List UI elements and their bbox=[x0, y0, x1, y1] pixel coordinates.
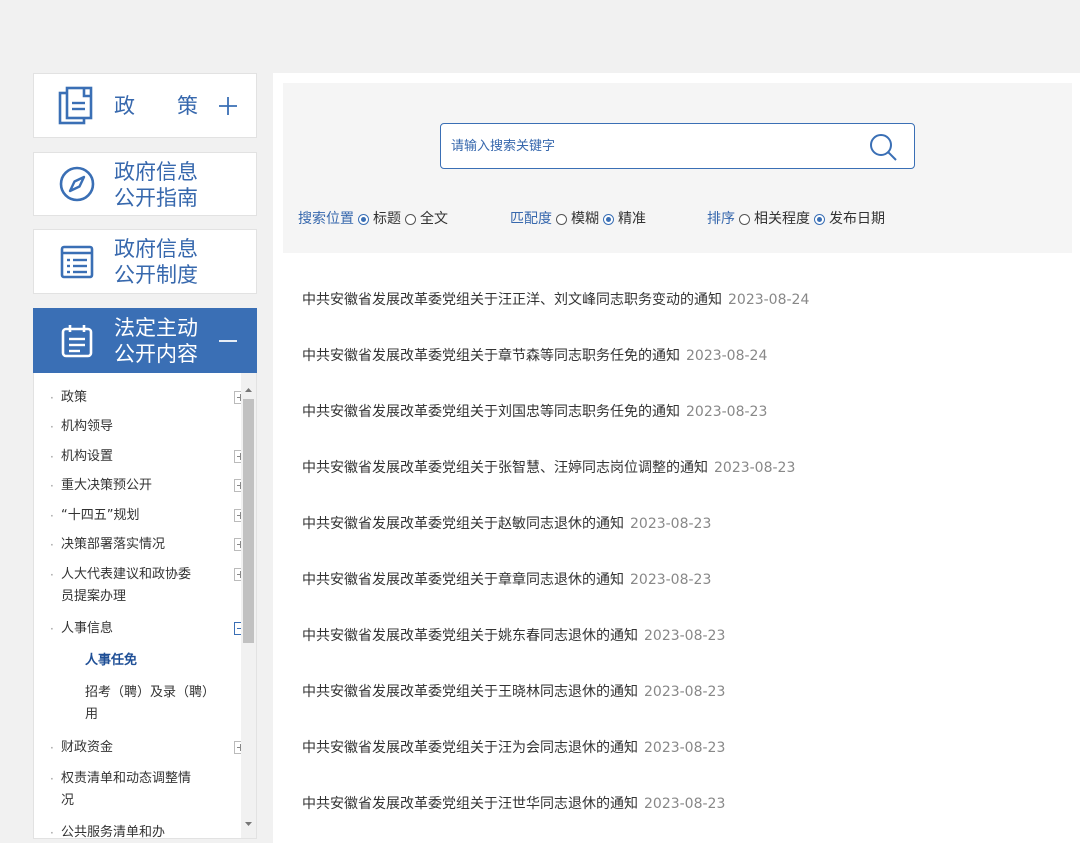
nav-guide-line1: 政府信息 bbox=[114, 160, 198, 184]
search-position-group: 搜索位置 标题 全文 bbox=[298, 209, 452, 229]
list-item[interactable]: 中共安徽省发展改革委党组关于张智慧、汪婷同志岗位调整的通知 2023-08-23 bbox=[302, 457, 1062, 479]
list-item[interactable]: 中共安徽省发展改革委党组关于赵敏同志退休的通知 2023-08-23 bbox=[302, 513, 1062, 535]
article-date: 2023-08-23 bbox=[644, 796, 726, 812]
search-icon[interactable] bbox=[868, 132, 898, 162]
tree-item-finance[interactable]: · 财政资金 bbox=[50, 737, 247, 759]
search-position-label: 搜索位置 bbox=[298, 211, 354, 227]
tree-scrollbar[interactable] bbox=[241, 373, 256, 838]
article-title[interactable]: 中共安徽省发展改革委党组关于汪正洋、刘文峰同志职务变动的通知 bbox=[302, 292, 722, 308]
radio-relevance[interactable]: 相关程度 bbox=[739, 209, 810, 229]
article-title[interactable]: 中共安徽省发展改革委党组关于汪为会同志退休的通知 bbox=[302, 740, 638, 756]
search-input[interactable] bbox=[451, 132, 851, 160]
list-item[interactable]: 中共安徽省发展改革委党组关于王晓林同志退休的通知 2023-08-23 bbox=[302, 681, 1062, 703]
tree-item-major-decisions[interactable]: · 重大决策预公开 bbox=[50, 475, 247, 497]
article-title[interactable]: 中共安徽省发展改革委党组关于赵敏同志退休的通知 bbox=[302, 516, 624, 532]
expand-plus-icon[interactable] bbox=[218, 96, 238, 116]
article-title[interactable]: 中共安徽省发展改革委党组关于张智慧、汪婷同志岗位调整的通知 bbox=[302, 460, 708, 476]
nav-disclosure-system[interactable]: 政府信息 公开制度 bbox=[33, 229, 257, 294]
list-icon bbox=[60, 245, 94, 278]
nav-system-line2: 公开制度 bbox=[114, 263, 198, 287]
article-title[interactable]: 中共安徽省发展改革委党组关于汪世华同志退休的通知 bbox=[302, 796, 638, 812]
sort-label: 排序 bbox=[707, 211, 735, 227]
match-label: 匹配度 bbox=[510, 211, 552, 227]
document-stack-icon bbox=[58, 86, 93, 124]
article-date: 2023-08-24 bbox=[686, 348, 768, 364]
nav-legal-line2: 公开内容 bbox=[114, 342, 198, 366]
article-title[interactable]: 中共安徽省发展改革委党组关于姚东春同志退休的通知 bbox=[302, 628, 638, 644]
article-title[interactable]: 中共安徽省发展改革委党组关于章节森等同志职务任免的通知 bbox=[302, 348, 680, 364]
compass-icon bbox=[59, 166, 95, 202]
list-item[interactable]: 中共安徽省发展改革委党组关于汪为会同志退休的通知 2023-08-23 bbox=[302, 737, 1062, 759]
article-date: 2023-08-23 bbox=[644, 740, 726, 756]
radio-exact[interactable]: 精准 bbox=[603, 209, 646, 229]
article-date: 2023-08-23 bbox=[714, 460, 796, 476]
tree-item-policy[interactable]: · 政策 bbox=[50, 387, 247, 409]
nav-guide-line2: 公开指南 bbox=[114, 186, 198, 210]
scroll-down-arrow-icon[interactable] bbox=[241, 817, 256, 831]
scrollbar-thumb[interactable] bbox=[243, 399, 254, 643]
list-item[interactable]: 中共安徽省发展改革委党组关于章节森等同志职务任免的通知 2023-08-24 bbox=[302, 345, 1062, 367]
nav-legal-content[interactable]: 法定主动 公开内容 bbox=[33, 308, 257, 373]
radio-publish-date[interactable]: 发布日期 bbox=[814, 209, 885, 229]
article-date: 2023-08-23 bbox=[644, 684, 726, 700]
tree-item-public-services[interactable]: · 公共服务清单和办 bbox=[50, 822, 231, 838]
tree-item-personnel[interactable]: · 人事信息 bbox=[50, 618, 247, 640]
article-date: 2023-08-23 bbox=[644, 628, 726, 644]
list-item[interactable]: 中共安徽省发展改革委党组关于汪世华同志退休的通知 2023-08-23 bbox=[302, 793, 1062, 815]
tree-item-power-list[interactable]: · 权责清单和动态调整情况 bbox=[50, 768, 231, 812]
radio-fuzzy[interactable]: 模糊 bbox=[556, 209, 599, 229]
article-title[interactable]: 中共安徽省发展改革委党组关于章章同志退休的通知 bbox=[302, 572, 624, 588]
nav-policy[interactable]: 政 策 bbox=[33, 73, 257, 138]
nav-system-line1: 政府信息 bbox=[114, 237, 198, 261]
collapse-minus-icon[interactable] bbox=[218, 331, 238, 351]
article-title[interactable]: 中共安徽省发展改革委党组关于王晓林同志退休的通知 bbox=[302, 684, 638, 700]
match-group: 匹配度 模糊 精准 bbox=[510, 209, 650, 229]
tree-item-five-year-plan[interactable]: · “十四五”规划 bbox=[50, 505, 247, 527]
list-item[interactable]: 中共安徽省发展改革委党组关于姚东春同志退休的通知 2023-08-23 bbox=[302, 625, 1062, 647]
search-box[interactable] bbox=[440, 123, 915, 169]
article-date: 2023-08-24 bbox=[728, 292, 810, 308]
article-date: 2023-08-23 bbox=[686, 404, 768, 420]
tree-subitem-appointments[interactable]: 人事任免 bbox=[85, 650, 225, 672]
nav-legal-line1: 法定主动 bbox=[114, 316, 198, 340]
list-item[interactable]: 中共安徽省发展改革委党组关于汪正洋、刘文峰同志职务变动的通知 2023-08-24 bbox=[302, 289, 1062, 311]
article-date: 2023-08-23 bbox=[630, 516, 712, 532]
list-item[interactable]: 中共安徽省发展改革委党组关于刘国忠等同志职务任免的通知 2023-08-23 bbox=[302, 401, 1062, 423]
category-tree: · 政策 · 机构领导 · 机构设置 · 重大决策预公开 · “十四五”规划 ·… bbox=[33, 373, 257, 839]
tree-item-organization[interactable]: · 机构设置 bbox=[50, 446, 247, 468]
sort-group: 排序 相关程度 发布日期 bbox=[707, 209, 889, 229]
scroll-up-arrow-icon[interactable] bbox=[241, 383, 256, 397]
article-title[interactable]: 中共安徽省发展改革委党组关于刘国忠等同志职务任免的通知 bbox=[302, 404, 680, 420]
nav-disclosure-guide[interactable]: 政府信息 公开指南 bbox=[33, 152, 257, 216]
tree-subitem-recruitment[interactable]: 招考（聘）及录（聘）用 bbox=[85, 682, 225, 726]
radio-fulltext[interactable]: 全文 bbox=[405, 209, 448, 229]
nav-policy-title: 政 策 bbox=[114, 94, 198, 118]
list-item[interactable]: 中共安徽省发展改革委党组关于章章同志退休的通知 2023-08-23 bbox=[302, 569, 1062, 591]
tree-item-proposals[interactable]: · 人大代表建议和政协委员提案办理 bbox=[50, 564, 247, 608]
article-date: 2023-08-23 bbox=[630, 572, 712, 588]
tree-item-implementation[interactable]: · 决策部署落实情况 bbox=[50, 534, 247, 556]
search-zone: 搜索位置 标题 全文 匹配度 模糊 精准 排序 相关程度 发布日期 bbox=[283, 83, 1072, 253]
main-content: 搜索位置 标题 全文 匹配度 模糊 精准 排序 相关程度 发布日期 中共安徽省发… bbox=[273, 73, 1080, 843]
calendar-list-icon bbox=[61, 324, 93, 357]
tree-item-leaders[interactable]: · 机构领导 bbox=[50, 416, 231, 438]
radio-title[interactable]: 标题 bbox=[358, 209, 401, 229]
